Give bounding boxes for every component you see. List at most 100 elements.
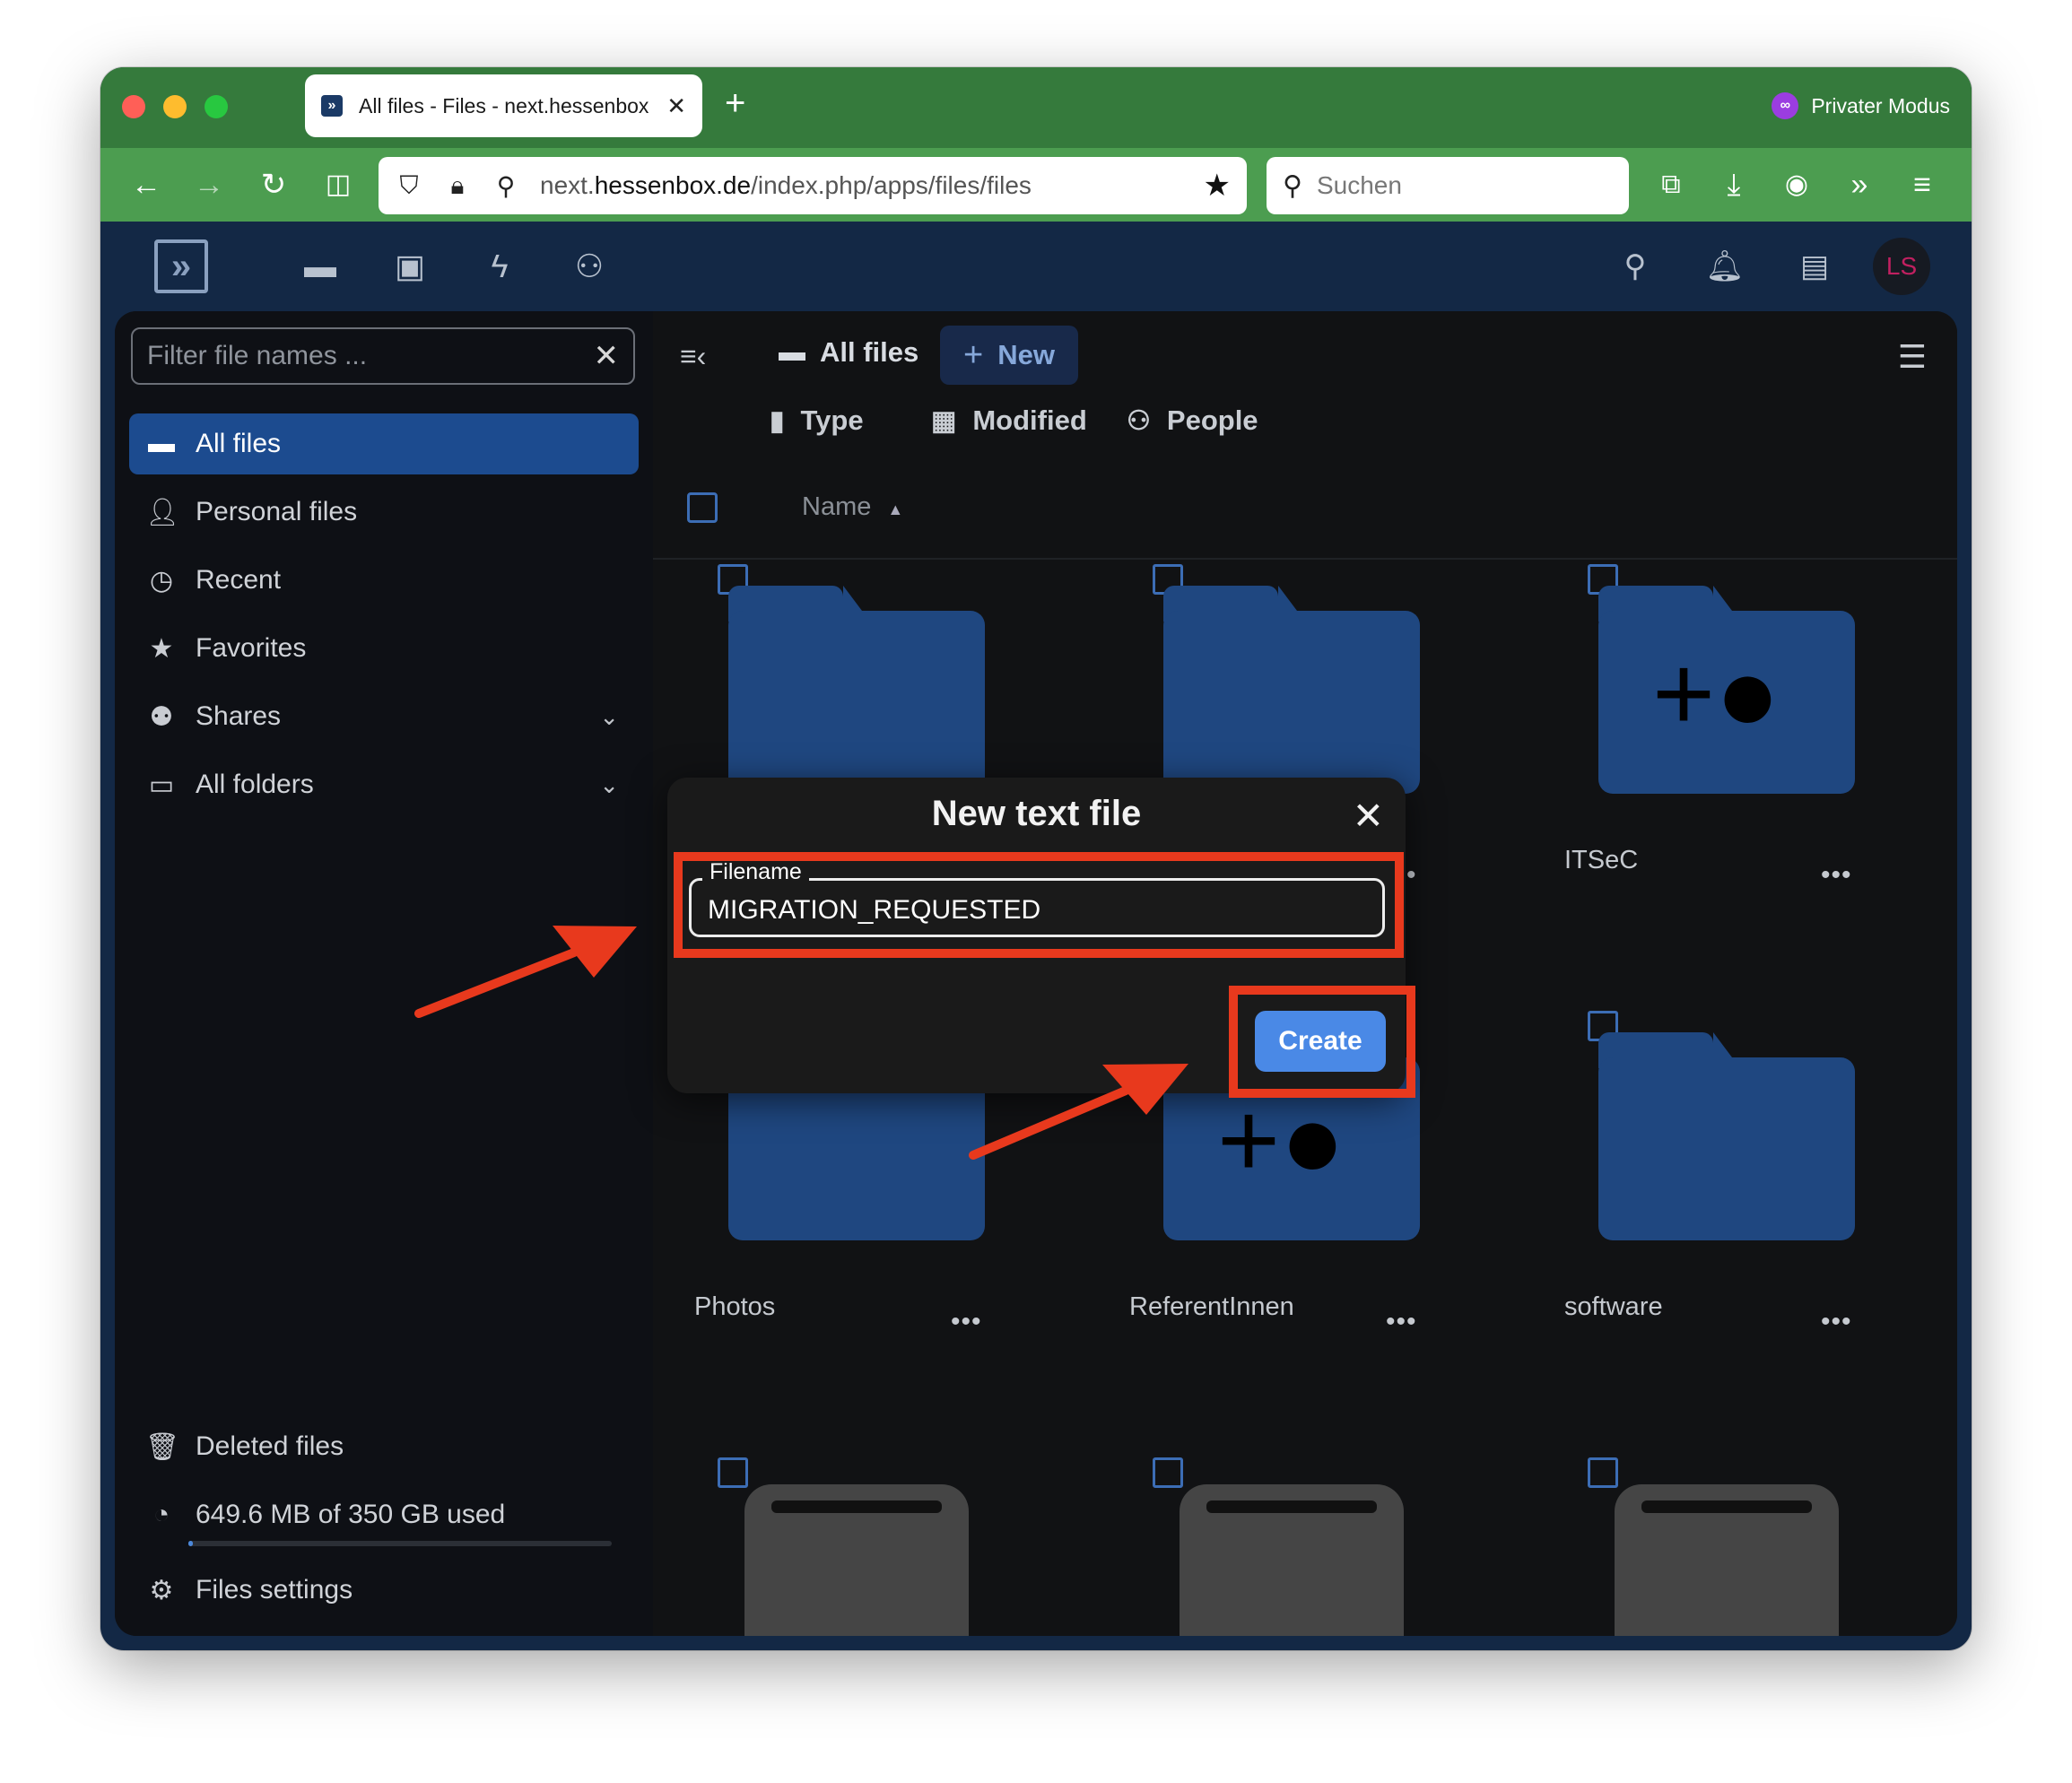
new-tab-button[interactable]: + [725,83,745,124]
sort-ascending-icon: ▲ [887,500,904,518]
search-bar[interactable]: ⚲ Suchen [1267,157,1629,214]
filename-highlight-box [674,852,1404,958]
folders-icon: ▭ [148,770,175,800]
file-tile[interactable] [718,1457,1014,1636]
file-tile[interactable]: software ••• [1564,1011,1884,1336]
contacts-app-icon[interactable]: ⚇ [567,244,612,289]
back-arrow-icon[interactable]: ← [127,166,165,204]
unified-search-icon[interactable]: ⚲ [1613,244,1658,289]
sidebar-item-personal-files[interactable]: 👤︎ Personal files [129,482,639,543]
file-name[interactable]: ITSeC [1564,846,1638,875]
filter-modified-button[interactable]: ▦ Modified [931,404,1087,437]
storage-quota: ◔ 649.6 MB of 350 GB used [129,1484,639,1545]
more-actions-icon[interactable]: ••• [1821,1307,1852,1337]
filter-type-button[interactable]: ▮ Type [770,404,864,437]
search-icon: ⚲ [1283,170,1302,201]
more-actions-icon[interactable]: ••• [1386,1307,1417,1337]
dialog-title: New text file [931,794,1142,833]
share-icon: ⚉ [149,701,174,732]
browser-tab[interactable]: » All files - Files - next.hessenbox ✕ [305,74,702,137]
select-all-checkbox[interactable] [687,492,718,523]
breadcrumb[interactable]: ▬ All files [779,336,918,369]
overflow-chevrons-icon[interactable]: » [1841,166,1878,204]
file-tile[interactable] [1588,1457,1884,1636]
shield-icon[interactable]: ⛉ [395,171,423,201]
file-checkbox[interactable] [1153,1457,1183,1488]
sidebar-item-label: All folders [196,770,314,799]
list-view-toggle-icon[interactable]: ☰ [1898,338,1927,376]
pie-chart-icon: ◔ [152,1500,170,1529]
sidebar-item-all-files[interactable]: ▬ All files [129,413,639,474]
close-window-button[interactable] [122,95,145,118]
shared-folder-icon: +● [1598,586,1855,794]
chevron-down-icon[interactable]: ⌄ [599,771,619,799]
private-mask-icon: ∞ [1772,92,1799,119]
sidebar-item-label: Recent [196,565,282,595]
file-name[interactable]: Photos [694,1292,775,1322]
filter-people-button[interactable]: ⚇ People [1127,404,1258,437]
files-app-icon[interactable]: ▬ [298,244,343,289]
history-icon: ◷ [149,565,174,596]
notifications-bell-icon[interactable]: 🔔︎ [1702,244,1747,289]
sidebar-item-favorites[interactable]: ★ Favorites [129,618,639,679]
file-checkbox[interactable] [718,1457,748,1488]
sidebar-item-recent[interactable]: ◷ Recent [129,550,639,611]
toggle-navigation-icon[interactable]: ≡‹ [680,340,706,373]
url-text[interactable]: next.hessenbox.de/index.php/apps/files/f… [540,171,1204,200]
people-icon: ⚇ [1127,405,1151,436]
menu-icon[interactable]: ≡ [1903,166,1941,204]
sidebar-item-label: Favorites [196,633,307,663]
sidebar-item-shares[interactable]: ⚉ Shares ⌄ [129,686,639,747]
sidebar-item-deleted-files[interactable]: 🗑︎ Deleted files [129,1416,639,1477]
extensions-icon[interactable]: ⧉ [1652,166,1690,204]
breadcrumb-all-files[interactable]: All files [820,336,918,369]
address-bar[interactable]: ⛉ 🔒︎ ⚲ next.hessenbox.de/index.php/apps/… [379,157,1247,214]
name-column-label: Name [802,492,872,521]
bookmark-star-icon[interactable]: ★ [1204,168,1231,204]
document-icon: ▮ [770,405,785,436]
profile-icon[interactable]: ◉ [1778,166,1815,204]
hessenbox-logo-icon[interactable]: » [154,239,208,293]
filter-modified-label: Modified [972,404,1087,436]
quota-text: 649.6 MB of 350 GB used [196,1500,506,1529]
more-actions-icon[interactable]: ••• [951,1307,982,1337]
add-person-icon: +● [1217,1080,1345,1200]
new-button-label: New [997,339,1055,370]
more-actions-icon[interactable]: ••• [1821,860,1852,891]
sidebar-item-files-settings[interactable]: ⚙ Files settings [129,1560,639,1621]
external-drive-icon [1180,1484,1404,1636]
user-avatar[interactable]: LS [1873,238,1930,295]
file-name[interactable]: ReferentInnen [1129,1292,1294,1322]
new-button[interactable]: + New [940,326,1078,385]
zoom-window-button[interactable] [205,95,228,118]
sidebar-item-label: Personal files [196,497,358,526]
download-icon[interactable]: ⤓ [1715,166,1753,204]
minimize-window-button[interactable] [163,95,187,118]
activity-app-icon[interactable]: ϟ [477,244,522,289]
external-drive-icon [1615,1484,1839,1636]
private-mode-label: Privater Modus [1811,93,1950,117]
chevron-down-icon[interactable]: ⌄ [599,703,619,731]
file-tile[interactable]: +● ITSeC ••• [1564,564,1884,890]
sidebar-item-label: Deleted files [196,1431,344,1461]
close-icon[interactable]: ✕ [1353,794,1384,838]
sidebar-item-all-folders[interactable]: ▭ All folders ⌄ [129,754,639,815]
reload-icon[interactable]: ↻ [255,166,292,204]
create-highlight-box [1229,986,1415,1098]
contacts-menu-icon[interactable]: ▤ [1792,244,1837,289]
photos-app-icon[interactable]: ▣ [387,244,432,289]
filter-placeholder: Filter file names ... [147,341,368,370]
file-checkbox[interactable] [1588,1457,1618,1488]
file-name[interactable]: software [1564,1292,1663,1322]
filter-people-label: People [1166,404,1258,436]
permissions-icon[interactable]: ⚲ [492,171,520,201]
sidebar-toggle-icon[interactable]: ◫ [319,166,357,204]
filter-file-names-input[interactable]: Filter file names ... ✕ [131,327,635,385]
person-icon: 👤︎ [145,497,180,527]
lock-icon[interactable]: 🔒︎ [443,171,472,201]
clear-filter-icon[interactable]: ✕ [594,338,620,374]
forward-arrow-icon[interactable]: → [190,166,228,204]
file-tile[interactable] [1153,1457,1449,1636]
name-column-header[interactable]: Name ▲ [802,492,903,522]
tab-close-icon[interactable]: ✕ [666,92,686,120]
